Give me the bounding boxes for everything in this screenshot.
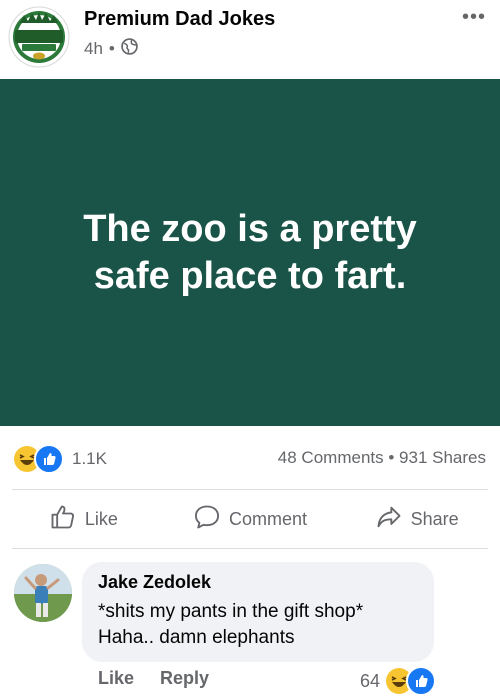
avatar[interactable] bbox=[14, 564, 72, 622]
stats-separator: • bbox=[388, 448, 395, 467]
reaction-count: 1.1K bbox=[72, 449, 107, 468]
post-actions: Like Comment Share bbox=[0, 492, 500, 546]
post-meta: 4h • bbox=[84, 38, 138, 60]
post-image-text: The zoo is a pretty safe place to fart. bbox=[83, 207, 417, 297]
post-time[interactable]: 4h bbox=[84, 39, 103, 59]
comment-bubble-icon bbox=[193, 503, 221, 536]
reactions-summary[interactable]: 1.1K bbox=[14, 444, 107, 474]
share-button[interactable]: Share bbox=[333, 492, 500, 546]
comment-author[interactable]: Jake Zedolek bbox=[98, 572, 418, 593]
page-name[interactable]: Premium Dad Jokes bbox=[84, 8, 275, 31]
post-stats: 1.1K 48 Comments • 931 Shares bbox=[0, 436, 500, 480]
post-image[interactable]: The zoo is a pretty safe place to fart. bbox=[0, 79, 500, 426]
post-header: Premium Dad Jokes 4h • ••• bbox=[0, 0, 500, 78]
comments-count[interactable]: 48 Comments bbox=[278, 448, 384, 467]
comment-line-2: Haha.. damn elephants bbox=[98, 627, 295, 648]
comment-actions: Like Reply bbox=[98, 668, 209, 689]
more-options-button[interactable]: ••• bbox=[462, 6, 486, 29]
page-logo[interactable] bbox=[8, 6, 70, 68]
thumbs-up-icon bbox=[49, 503, 77, 536]
like-icon bbox=[34, 444, 64, 474]
comment-bubble: Jake Zedolek *shits my pants in the gift… bbox=[82, 562, 434, 662]
comment-reaction-count: 64 bbox=[360, 670, 381, 691]
meta-separator: • bbox=[108, 39, 115, 58]
comment-text: *shits my pants in the gift shop* Haha..… bbox=[98, 599, 418, 651]
comments-shares: 48 Comments • 931 Shares bbox=[278, 448, 486, 468]
like-icon bbox=[406, 666, 437, 696]
share-arrow-icon bbox=[375, 503, 403, 536]
comment-reactions[interactable]: 64 bbox=[360, 666, 437, 696]
comment-button[interactable]: Comment bbox=[167, 492, 334, 546]
share-label: Share bbox=[410, 508, 459, 529]
shares-count[interactable]: 931 Shares bbox=[399, 448, 486, 467]
comment-line-1: *shits my pants in the gift shop* bbox=[98, 601, 364, 622]
comment-reply-button[interactable]: Reply bbox=[160, 668, 209, 689]
divider-top bbox=[12, 489, 488, 490]
globe-icon bbox=[121, 38, 138, 60]
comment-label: Comment bbox=[228, 508, 308, 529]
comment-like-button[interactable]: Like bbox=[98, 668, 134, 689]
like-button[interactable]: Like bbox=[0, 492, 167, 546]
divider-bottom bbox=[12, 548, 488, 549]
like-label: Like bbox=[84, 508, 118, 529]
